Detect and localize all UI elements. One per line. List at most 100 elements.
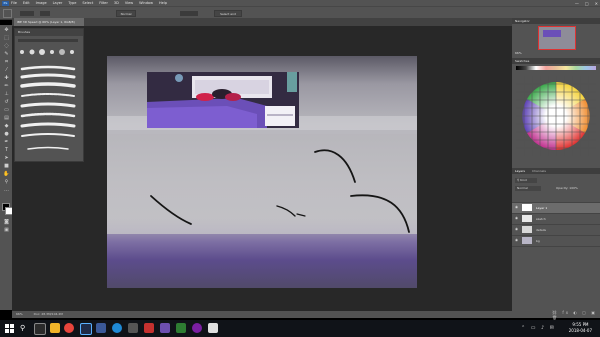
close-button[interactable]: ✕ — [595, 1, 598, 6]
task-view-icon[interactable] — [34, 323, 46, 335]
brushes-panel: Brushes — [14, 28, 84, 162]
menu-window[interactable]: Window — [139, 1, 153, 5]
menu-layer[interactable]: Layer — [53, 1, 63, 5]
lasso-tool-icon[interactable]: ◌ — [3, 43, 10, 49]
layer-name[interactable]: details — [536, 225, 546, 235]
quick-select-tool-icon[interactable]: ✎ — [3, 51, 10, 57]
app-icon-7[interactable] — [192, 323, 202, 333]
file-explorer-icon[interactable] — [50, 323, 60, 333]
navigator-panel-tab[interactable]: Navigator — [512, 18, 600, 24]
crop-tool-icon[interactable]: ⌗ — [3, 59, 10, 65]
layer-actions[interactable]: ⛓ fx ◐ ▢ ▣ 🗑 — [552, 310, 600, 320]
app-icon-1[interactable] — [96, 323, 106, 333]
menu-filter[interactable]: Filter — [99, 1, 108, 5]
reference-image — [147, 72, 299, 128]
canvas-area[interactable] — [12, 26, 512, 311]
chrome-icon[interactable] — [64, 323, 74, 333]
taskbar-clock[interactable]: 9:55 PM 2018-04-07 — [569, 322, 592, 334]
clock-date: 2018-04-07 — [568, 328, 592, 333]
app-icon-3[interactable] — [128, 323, 138, 333]
move-tool-icon[interactable]: ✥ — [3, 27, 10, 33]
menu-type[interactable]: Type — [68, 1, 76, 5]
right-panel-dock: Navigator 66% Swatches Layers Channels ⚲… — [512, 18, 600, 320]
document-tab-bar: IBE 3D Speed @ 66% (Layer 1, RGB/8) — [12, 18, 512, 26]
artwork-image — [107, 56, 417, 288]
brush-stroke-previews[interactable] — [18, 63, 78, 155]
maximize-button[interactable]: □ — [585, 1, 589, 6]
app-icon-4[interactable] — [144, 323, 154, 333]
menu-edit[interactable]: Edit — [23, 1, 30, 5]
channels-tab[interactable]: Channels — [532, 168, 546, 174]
opacity-field[interactable]: Opacity: 100% — [556, 186, 578, 191]
minimize-button[interactable]: — — [575, 1, 579, 6]
visibility-eye-icon[interactable]: ◉ — [515, 238, 518, 242]
select-and-mask-button[interactable]: Select and Mask... — [214, 10, 242, 22]
photoshop-taskbar-icon[interactable] — [80, 323, 92, 335]
menu-image[interactable]: Image — [36, 1, 47, 5]
brush-tool-icon[interactable]: ✏ — [3, 83, 10, 89]
type-tool-icon[interactable]: T — [3, 147, 10, 153]
visibility-eye-icon[interactable]: ◉ — [515, 205, 518, 209]
mode-select[interactable]: Normal — [116, 10, 136, 17]
layer-row-1[interactable]: ◉ Layer 1 — [512, 202, 600, 213]
app-icon-6[interactable] — [176, 323, 186, 333]
layer-name[interactable]: bg — [536, 236, 540, 246]
app-icon-8[interactable] — [208, 323, 218, 333]
screen-mode-icon[interactable]: ▣ — [3, 227, 10, 233]
menu-help[interactable]: Help — [159, 1, 167, 5]
visibility-eye-icon[interactable]: ◉ — [515, 227, 518, 231]
system-tray-icons[interactable]: ⌃ ▭ ♪ ✉ — [521, 325, 556, 331]
healing-tool-icon[interactable]: ✚ — [3, 75, 10, 81]
eraser-tool-icon[interactable]: ▭ — [3, 107, 10, 113]
gradient-tool-icon[interactable]: ▤ — [3, 115, 10, 121]
pen-tool-icon[interactable]: ✒ — [3, 139, 10, 145]
feather-field[interactable] — [40, 11, 50, 16]
app-icon-2[interactable] — [112, 323, 122, 333]
menu-file[interactable]: File — [11, 1, 17, 5]
tool-preset-icon[interactable] — [3, 9, 12, 18]
swatches-panel-tab[interactable]: Swatches — [512, 58, 600, 64]
shape-tool-icon[interactable]: ■ — [3, 163, 10, 169]
status-bar: 66% Doc: 28.3M/104.2M — [12, 311, 512, 318]
brush-size-slider[interactable] — [18, 39, 78, 42]
search-icon[interactable]: ⚲ — [20, 324, 30, 333]
selection-mode-icons[interactable] — [20, 11, 34, 16]
document-canvas[interactable] — [107, 56, 417, 288]
zoom-level[interactable]: 66% — [16, 312, 23, 316]
swatches-row[interactable] — [516, 66, 596, 70]
menu-3d[interactable]: 3D — [114, 1, 119, 5]
navigator-zoom[interactable]: 66% — [515, 51, 522, 55]
layer-filter-kind[interactable]: ⚲ Kind — [515, 178, 537, 183]
visibility-eye-icon[interactable]: ◉ — [515, 216, 518, 220]
blur-tool-icon[interactable]: ◆ — [3, 123, 10, 129]
layers-tab[interactable]: Layers — [515, 168, 525, 174]
layer-name[interactable]: sketch — [536, 214, 546, 224]
more-tools-icon[interactable]: … — [3, 187, 10, 193]
layer-row-4[interactable]: ◉ bg — [512, 235, 600, 247]
eyedropper-tool-icon[interactable]: ⁄ — [3, 67, 10, 73]
dodge-tool-icon[interactable]: ● — [3, 131, 10, 137]
color-wheel[interactable] — [516, 76, 596, 156]
layer-thumbnail — [522, 226, 532, 233]
history-brush-tool-icon[interactable]: ↺ — [3, 99, 10, 105]
menu-view[interactable]: View — [125, 1, 133, 5]
blend-mode-select[interactable]: Normal — [515, 186, 541, 191]
layer-thumbnail — [522, 204, 532, 211]
stamp-tool-icon[interactable]: ⊥ — [3, 91, 10, 97]
quick-mask-icon[interactable]: ◙ — [3, 219, 10, 225]
layer-row-3[interactable]: ◉ details — [512, 224, 600, 235]
document-tab[interactable]: IBE 3D Speed @ 66% (Layer 1, RGB/8) — [14, 18, 84, 26]
app-icon-5[interactable] — [160, 323, 170, 333]
hand-tool-icon[interactable]: ✋ — [3, 171, 10, 177]
tools-panel: ✥ ⬚ ◌ ✎ ⌗ ⁄ ✚ ✏ ⊥ ↺ ▭ ▤ ◆ ● ✒ T ➤ ■ ✋ ⚲ … — [0, 25, 13, 310]
brush-preset-row[interactable] — [18, 46, 78, 58]
width-height-fields[interactable] — [180, 11, 198, 16]
zoom-tool-icon[interactable]: ⚲ — [3, 179, 10, 185]
path-select-tool-icon[interactable]: ➤ — [3, 155, 10, 161]
layer-name[interactable]: Layer 1 — [536, 203, 547, 213]
layer-row-2[interactable]: ◉ sketch — [512, 213, 600, 224]
windows-start-icon[interactable] — [5, 324, 14, 333]
marquee-tool-icon[interactable]: ⬚ — [3, 35, 10, 41]
menu-select[interactable]: Select — [82, 1, 93, 5]
navigator-thumbnail[interactable] — [538, 26, 576, 50]
